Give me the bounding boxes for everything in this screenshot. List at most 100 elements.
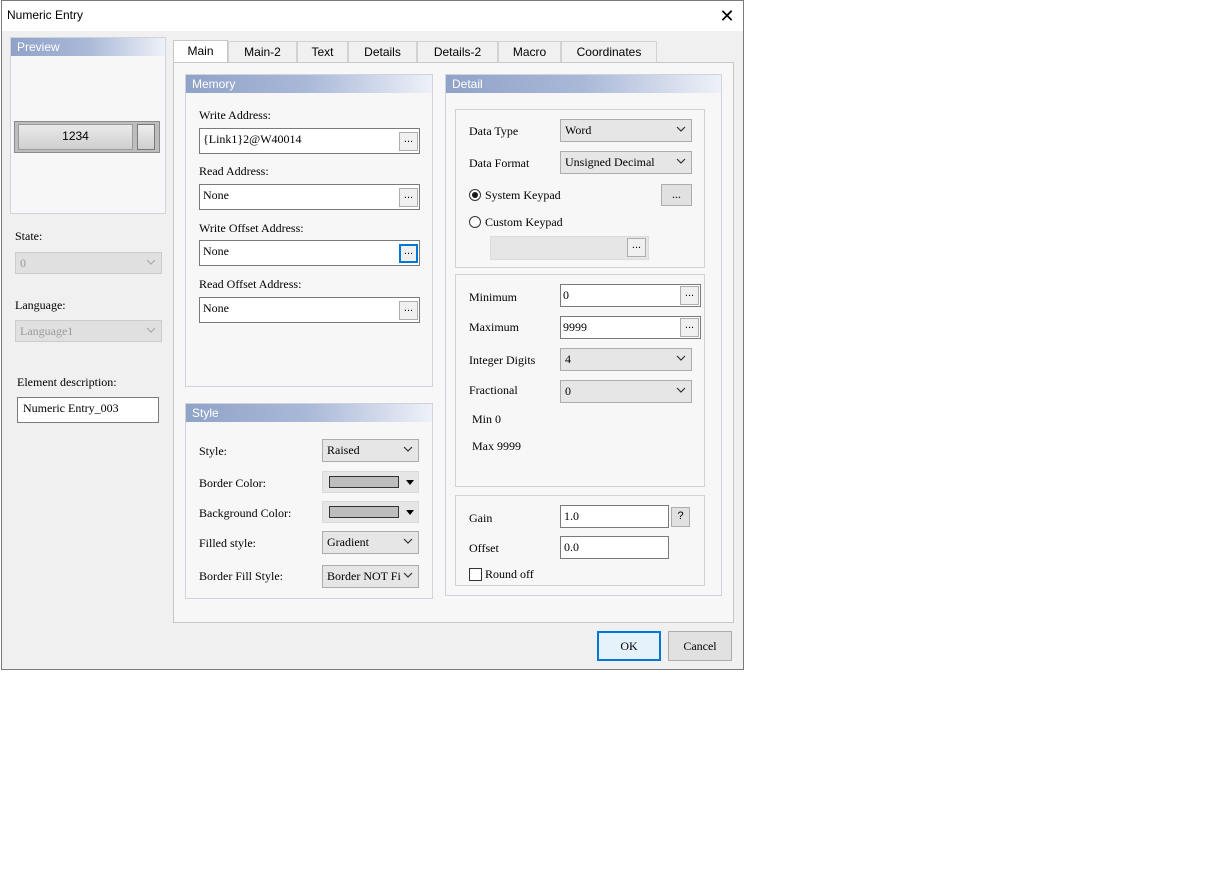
min-text: Min 0 xyxy=(472,412,502,426)
range-box: Minimum 0 ... Maximum 9999 ... Integer D… xyxy=(455,274,705,487)
chevron-down-icon xyxy=(145,324,157,336)
data-type-value: Word xyxy=(565,123,592,137)
filled-style-value: Gradient xyxy=(327,535,369,549)
maximum-browse-button[interactable]: ... xyxy=(680,318,699,337)
chevron-down-icon xyxy=(675,352,687,364)
state-label: State: xyxy=(15,229,43,243)
gain-help-button[interactable]: ? xyxy=(671,507,690,527)
read-offset-browse-button[interactable]: ... xyxy=(399,301,418,320)
border-fill-style-label: Border Fill Style: xyxy=(199,569,283,583)
language-value: Language1 xyxy=(20,324,74,338)
read-address-input[interactable]: None xyxy=(199,184,420,210)
border-fill-style-select[interactable]: Border NOT Fi xyxy=(322,565,419,588)
custom-keypad-radio[interactable] xyxy=(469,216,481,228)
filled-style-select[interactable]: Gradient xyxy=(322,531,419,554)
title-bar: Numeric Entry ✕ xyxy=(2,1,743,31)
cancel-button[interactable]: Cancel xyxy=(668,631,732,661)
style-select[interactable]: Raised xyxy=(322,439,419,462)
background-color-picker[interactable] xyxy=(322,501,419,523)
style-value: Raised xyxy=(327,443,360,457)
preview-key-button xyxy=(137,124,155,150)
custom-keypad-label: Custom Keypad xyxy=(485,215,563,229)
tab-macro[interactable]: Macro xyxy=(498,41,561,63)
write-offset-address-input[interactable]: None xyxy=(199,240,420,266)
tab-text[interactable]: Text xyxy=(297,41,348,63)
scaling-box: Gain 1.0 ? Offset 0.0 Round off xyxy=(455,495,705,586)
preview-value: 1234 xyxy=(18,124,133,150)
detail-header: Detail xyxy=(446,75,721,93)
style-label: Style: xyxy=(199,444,228,458)
integer-digits-select[interactable]: 4 xyxy=(560,348,692,371)
read-address-browse-button[interactable]: ... xyxy=(399,188,418,207)
chevron-down-icon xyxy=(675,155,687,167)
read-address-label: Read Address: xyxy=(199,164,269,178)
gain-value: 1.0 xyxy=(564,509,579,523)
language-select[interactable]: Language1 xyxy=(15,320,162,342)
tab-details-2[interactable]: Details-2 xyxy=(417,41,498,63)
read-offset-address-value: None xyxy=(203,301,229,315)
data-type-label: Data Type xyxy=(469,124,519,138)
maximum-label: Maximum xyxy=(469,320,519,334)
tab-coordinates[interactable]: Coordinates xyxy=(561,41,657,63)
dropdown-arrow-icon xyxy=(406,480,414,485)
language-label: Language: xyxy=(15,298,66,312)
chevron-down-icon xyxy=(402,569,414,581)
close-icon[interactable]: ✕ xyxy=(714,3,740,29)
write-address-input[interactable]: {Link1}2@W40014 xyxy=(199,128,420,154)
data-format-label: Data Format xyxy=(469,156,530,170)
read-offset-address-input[interactable]: None xyxy=(199,297,420,323)
data-format-box: Data Type Word Data Format Unsigned Deci… xyxy=(455,109,705,268)
fractional-select[interactable]: 0 xyxy=(560,380,692,403)
gain-label: Gain xyxy=(469,511,493,525)
max-text: Max 9999 xyxy=(472,439,521,453)
border-color-picker[interactable] xyxy=(322,471,419,493)
minimum-browse-button[interactable]: ... xyxy=(680,286,699,305)
style-group: Style Style: Raised Border Color: Backgr… xyxy=(185,403,433,599)
chevron-down-icon xyxy=(145,256,157,268)
style-header: Style xyxy=(186,404,432,422)
element-description-input[interactable]: Numeric Entry_003 xyxy=(17,397,159,423)
maximum-value: 9999 xyxy=(563,320,587,334)
custom-keypad-select[interactable] xyxy=(490,236,649,260)
tab-main-2[interactable]: Main-2 xyxy=(228,41,297,63)
preview-group: Preview 1234 xyxy=(10,37,166,214)
offset-input[interactable]: 0.0 xyxy=(560,536,669,559)
chevron-down-icon xyxy=(402,443,414,455)
read-offset-address-label: Read Offset Address: xyxy=(199,277,302,291)
integer-digits-value: 4 xyxy=(565,352,571,366)
dropdown-arrow-icon xyxy=(406,510,414,515)
tab-page-main: Memory Write Address: {Link1}2@W40014 ..… xyxy=(173,62,734,623)
system-keypad-radio[interactable] xyxy=(469,189,481,201)
write-address-value: {Link1}2@W40014 xyxy=(203,132,302,146)
offset-label: Offset xyxy=(469,541,499,555)
system-keypad-settings-button[interactable]: ... xyxy=(661,184,692,206)
system-keypad-label: System Keypad xyxy=(485,188,561,202)
write-address-browse-button[interactable]: ... xyxy=(399,132,418,151)
state-select[interactable]: 0 xyxy=(15,252,162,274)
gain-input[interactable]: 1.0 xyxy=(560,505,669,528)
write-offset-browse-button[interactable]: ... xyxy=(399,244,418,263)
write-offset-address-value: None xyxy=(203,244,229,258)
detail-group: Detail Data Type Word Data Format Unsign… xyxy=(445,74,722,596)
chevron-down-icon xyxy=(675,123,687,135)
dialog-window: Numeric Entry ✕ Preview 1234 State: 0 La… xyxy=(1,0,744,670)
filled-style-label: Filled style: xyxy=(199,536,256,550)
preview-numeric-entry: 1234 xyxy=(14,121,160,153)
minimum-label: Minimum xyxy=(469,290,518,304)
write-address-label: Write Address: xyxy=(199,108,271,122)
round-off-checkbox[interactable] xyxy=(469,568,482,581)
border-color-swatch xyxy=(329,476,399,488)
tab-main[interactable]: Main xyxy=(173,40,228,63)
window-title: Numeric Entry xyxy=(7,8,84,22)
background-color-swatch xyxy=(329,506,399,518)
tab-details[interactable]: Details xyxy=(348,41,417,63)
state-value: 0 xyxy=(20,256,26,270)
offset-value: 0.0 xyxy=(564,540,579,554)
custom-keypad-browse-button[interactable]: ... xyxy=(627,238,646,257)
minimum-value: 0 xyxy=(563,288,569,302)
data-format-select[interactable]: Unsigned Decimal xyxy=(560,151,692,174)
memory-group: Memory Write Address: {Link1}2@W40014 ..… xyxy=(185,74,433,387)
data-type-select[interactable]: Word xyxy=(560,119,692,142)
integer-digits-label: Integer Digits xyxy=(469,353,536,367)
ok-button[interactable]: OK xyxy=(597,631,661,661)
